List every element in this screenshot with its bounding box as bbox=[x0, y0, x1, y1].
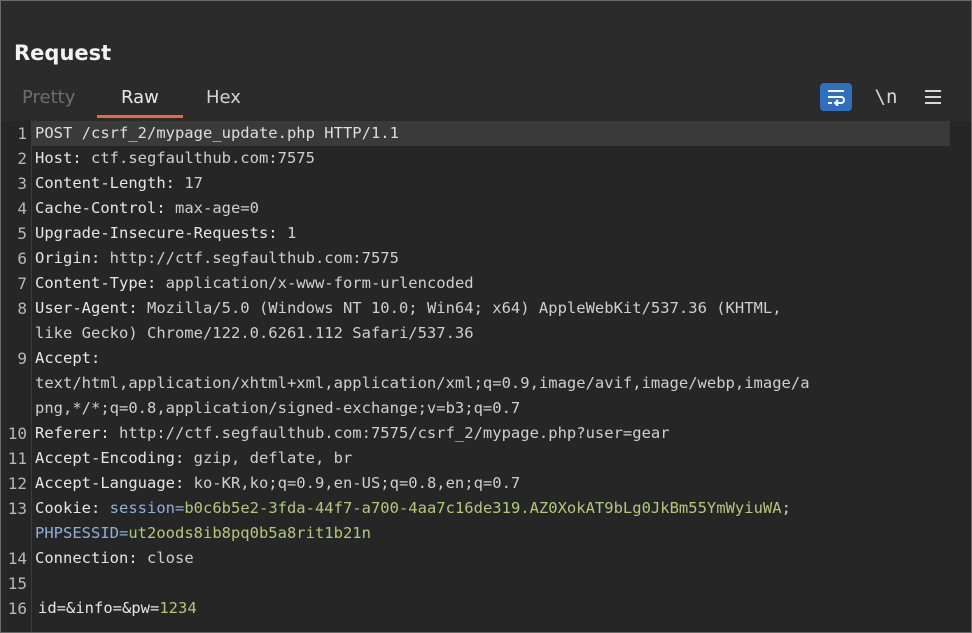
line-number: 6 bbox=[17, 249, 27, 268]
cookie-value: ut2oods8ib8pq0b5a8rit1b21n bbox=[128, 524, 371, 542]
line-number: 9 bbox=[17, 349, 27, 368]
show-newlines-button[interactable]: \n bbox=[871, 83, 901, 111]
header-name: Host: bbox=[35, 149, 82, 167]
line-number: 1 bbox=[17, 124, 27, 143]
header-name: User-Agent: bbox=[35, 299, 138, 317]
cookie-name: PHPSESSID= bbox=[35, 524, 129, 542]
cookie-separator: ; bbox=[781, 499, 791, 517]
options-menu-button[interactable] bbox=[919, 83, 947, 111]
header-name: Upgrade-Insecure-Requests: bbox=[35, 224, 278, 242]
tab-hex[interactable]: Hex bbox=[206, 87, 241, 108]
active-tab-indicator bbox=[97, 115, 183, 118]
header-name: Referer: bbox=[35, 424, 110, 442]
tab-pretty[interactable]: Pretty bbox=[22, 87, 75, 108]
wrap-lines-icon bbox=[828, 90, 845, 106]
raw-request-editor[interactable]: 1 POST /csrf_2/mypage_update.php HTTP/1.… bbox=[1, 121, 971, 632]
header-name: Content-Length: bbox=[35, 174, 175, 192]
line-number: 7 bbox=[17, 274, 27, 293]
header-name: Content-Type: bbox=[35, 274, 157, 292]
line-number: 12 bbox=[7, 474, 27, 493]
header-value: 17 bbox=[174, 174, 203, 192]
wrap-lines-button[interactable] bbox=[820, 83, 852, 111]
header-value: ko-KR,ko;q=0.9,en-US;q=0.8,en;q=0.7 bbox=[184, 474, 521, 492]
header-value: ctf.segfaulthub.com:7575 bbox=[81, 149, 315, 167]
line-number: 8 bbox=[17, 299, 27, 318]
line-number: 10 bbox=[7, 424, 27, 443]
line-number: 15 bbox=[7, 574, 27, 593]
header-name: Accept-Language: bbox=[35, 474, 185, 492]
header-value-continued: like Gecko) Chrome/122.0.6261.112 Safari… bbox=[35, 324, 474, 342]
header-name: Cache-Control: bbox=[35, 199, 166, 217]
header-name: Connection: bbox=[35, 549, 138, 567]
header-name: Accept-Encoding: bbox=[35, 449, 185, 467]
request-panel: Request Pretty Raw Hex \n 1 POST /csrf_2… bbox=[0, 0, 972, 633]
header-value: text/html,application/xhtml+xml,applicat… bbox=[35, 374, 810, 392]
code-line-1: 1 POST /csrf_2/mypage_update.php HTTP/1.… bbox=[1, 121, 971, 146]
line-number: 16 bbox=[7, 599, 27, 618]
cookie-name: session= bbox=[100, 499, 185, 517]
line-number: 11 bbox=[7, 449, 27, 468]
line-number: 5 bbox=[17, 224, 27, 243]
header-name: Origin: bbox=[35, 249, 101, 267]
line-number: 2 bbox=[17, 149, 27, 168]
header-name: Accept: bbox=[35, 349, 101, 367]
header-value: gzip, deflate, br bbox=[184, 449, 353, 467]
cookie-value: b0c6b5e2-3fda-44f7-a700-4aa7c16de319.AZ0… bbox=[184, 499, 782, 517]
line-number: 3 bbox=[17, 174, 27, 193]
header-value-continued: png,*/*;q=0.8,application/signed-exchang… bbox=[35, 399, 521, 417]
header-value: close bbox=[137, 549, 194, 567]
request-line: POST /csrf_2/mypage_update.php HTTP/1.1 bbox=[35, 124, 399, 142]
header-name: Cookie: bbox=[35, 499, 101, 517]
header-value: http://ctf.segfaulthub.com:7575/csrf_2/m… bbox=[109, 424, 670, 442]
body-value: 1234 bbox=[159, 599, 197, 617]
header-value: http://ctf.segfaulthub.com:7575 bbox=[100, 249, 399, 267]
body-params: id=&info=&pw= bbox=[38, 599, 160, 617]
header-value: application/x-www-form-urlencoded bbox=[156, 274, 474, 292]
panel-title: Request bbox=[14, 41, 112, 65]
tab-raw[interactable]: Raw bbox=[121, 87, 159, 108]
hamburger-menu-icon bbox=[925, 90, 941, 104]
line-number: 13 bbox=[7, 499, 27, 518]
header-value: 1 bbox=[277, 224, 297, 242]
header-value: Mozilla/5.0 (Windows NT 10.0; Win64; x64… bbox=[137, 299, 782, 317]
gutter-divider bbox=[31, 121, 32, 632]
line-number: 4 bbox=[17, 199, 27, 218]
line-number: 14 bbox=[7, 549, 27, 568]
header-value: max-age=0 bbox=[165, 199, 259, 217]
